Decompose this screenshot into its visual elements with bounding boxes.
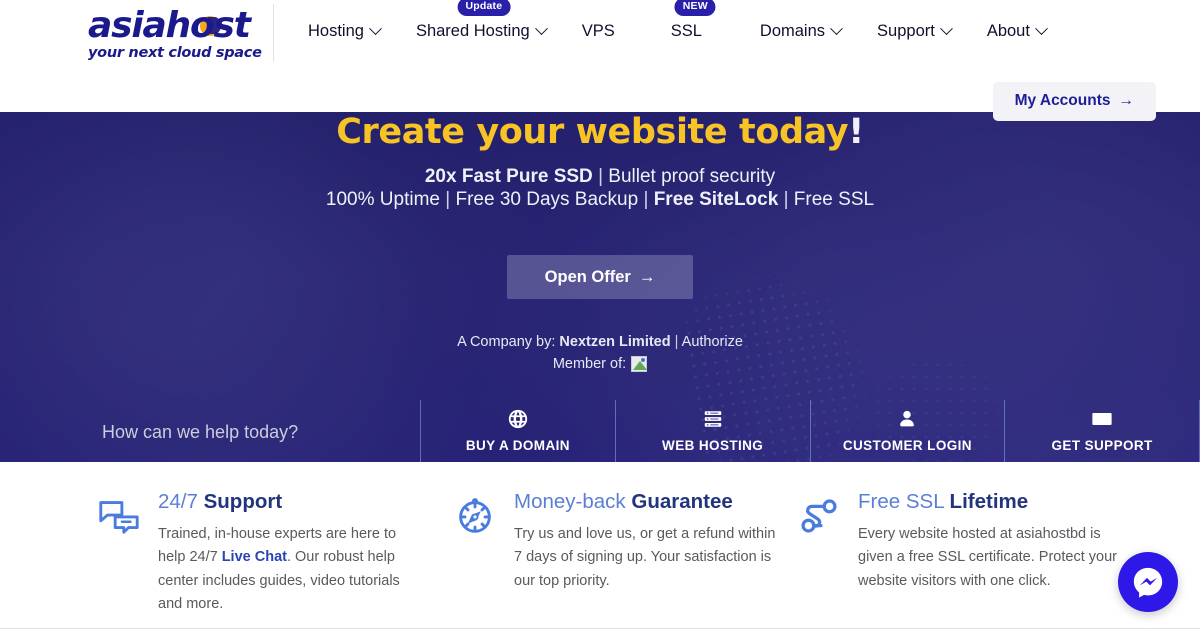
chat-bubbles-icon <box>96 493 142 539</box>
nav-label: Support <box>877 22 935 40</box>
hero-title-exclamation: ! <box>848 112 864 152</box>
my-accounts-button[interactable]: My Accounts → <box>992 82 1156 121</box>
feature-text: Trained, in-house experts are here to he… <box>158 523 426 617</box>
logo-wordmark: asiahost <box>88 4 273 46</box>
feature-title: 24/7 Support <box>158 490 426 515</box>
quick-link-label: WEB HOSTING <box>662 438 764 453</box>
feature-title-light: 24/7 <box>158 490 198 513</box>
nav-item-support[interactable]: Support <box>877 20 969 43</box>
feature-text: Every website hosted at asiahostbd is gi… <box>858 525 1117 589</box>
feature-body: Money-back Guarantee Try us and love us,… <box>514 490 782 593</box>
feature-card-money-back: Money-back Guarantee Try us and love us,… <box>452 490 782 593</box>
section-divider <box>0 628 1200 629</box>
nav-badge-update: Update <box>457 0 511 16</box>
main-navigation: Hosting Update Shared Hosting VPS NEW SS… <box>308 0 1064 43</box>
quick-link-label: BUY A DOMAIN <box>465 438 570 453</box>
site-header: asiahost your next cloud space Hosting U… <box>0 0 1200 121</box>
nav-badge-new: NEW <box>674 0 716 16</box>
chevron-down-icon <box>939 22 953 36</box>
feature-card-free-ssl: Free SSL Lifetime Every website hosted a… <box>796 490 1136 593</box>
member-label: Member of: <box>552 356 627 372</box>
compass-icon <box>452 493 498 539</box>
user-icon <box>900 410 915 427</box>
site-logo[interactable]: asiahost your next cloud space <box>88 6 273 62</box>
nav-item-ssl[interactable]: NEW SSL <box>670 0 720 43</box>
nav-label: VPS <box>581 22 615 40</box>
separator: | <box>445 189 451 210</box>
feature-title-light: Free SSL <box>858 490 944 513</box>
page-root: asiahost your next cloud space Hosting U… <box>0 0 1200 634</box>
broken-image-icon <box>631 356 648 372</box>
arrow-right-icon: → <box>1118 92 1135 109</box>
feature-title-bold: Lifetime <box>949 490 1029 513</box>
quick-link-customer-login[interactable]: CUSTOMER LOGIN <box>809 400 1005 462</box>
nav-label: Domains <box>759 22 826 40</box>
feature-body: 24/7 Support Trained, in-house experts a… <box>158 490 426 617</box>
quick-link-label: GET SUPPORT <box>1051 438 1153 453</box>
messenger-icon <box>1133 567 1163 598</box>
live-chat-link[interactable]: Live Chat <box>222 549 287 565</box>
feature-title: Free SSL Lifetime <box>858 490 1136 515</box>
hero-sub1-bold: 20x Fast Pure SSD <box>424 166 593 187</box>
chevron-down-icon <box>830 22 843 36</box>
messenger-chat-button[interactable] <box>1118 552 1178 612</box>
server-icon <box>704 411 721 427</box>
chevron-down-icon <box>369 22 382 36</box>
header-divider <box>273 4 274 62</box>
nav-item-shared-hosting[interactable]: Update Shared Hosting <box>415 0 564 43</box>
nav-item-domains[interactable]: Domains <box>760 20 859 43</box>
quick-link-label: CUSTOMER LOGIN <box>842 438 972 453</box>
hero-subtitle-line-1: 20x Fast Pure SSD | Bullet proof securit… <box>0 166 1200 188</box>
quick-link-buy-a-domain[interactable]: BUY A DOMAIN <box>420 400 615 462</box>
hero-sub2-c: Free SiteLock <box>653 189 779 210</box>
separator: | <box>783 189 789 210</box>
open-offer-label: Open Offer <box>544 267 631 286</box>
hero-sub1-rest: Bullet proof security <box>608 166 776 187</box>
envelope-icon <box>1092 413 1112 425</box>
logo-wordmark-text: asiahost <box>88 4 251 46</box>
feature-card-support: 24/7 Support Trained, in-house experts a… <box>96 490 426 617</box>
ssl-network-icon <box>796 493 842 539</box>
nav-item-about[interactable]: About <box>987 20 1064 43</box>
arrow-right-icon: → <box>638 267 656 286</box>
hero-subtitle-line-2: 100% Uptime | Free 30 Days Backup | Free… <box>0 189 1200 211</box>
nav-item-hosting[interactable]: Hosting <box>308 20 398 43</box>
feature-title-bold: Support <box>203 490 283 513</box>
feature-title: Money-back Guarantee <box>514 490 782 515</box>
company-name: Nextzen Limited <box>559 334 671 350</box>
nav-label: About <box>986 22 1030 40</box>
hero-sub2-d: Free SSL <box>793 189 875 210</box>
nav-label: Hosting <box>308 22 364 40</box>
separator: | <box>643 189 649 210</box>
feature-body: Free SSL Lifetime Every website hosted a… <box>858 490 1136 593</box>
open-offer-button[interactable]: Open Offer → <box>507 255 693 299</box>
quick-link-web-hosting[interactable]: WEB HOSTING <box>614 400 810 462</box>
quick-links-bar: How can we help today? BUY A DOMAIN WEB … <box>0 400 1200 462</box>
nav-label: Shared Hosting <box>415 22 530 40</box>
features-section: 24/7 Support Trained, in-house experts a… <box>0 462 1200 628</box>
quick-links-help-text: How can we help today? <box>102 422 299 442</box>
hero-sub2-b: Free 30 Days Backup <box>455 189 639 210</box>
hero-member-line: Member of: <box>0 356 1200 372</box>
chevron-down-icon <box>534 22 548 36</box>
feature-title-light: Money-back <box>514 490 626 513</box>
feature-title-bold: Guarantee <box>631 490 733 513</box>
feature-text: Try us and love us, or get a refund with… <box>514 525 776 589</box>
quick-links-list: BUY A DOMAIN WEB HOSTING CUSTOMER LOGIN … <box>420 400 1200 462</box>
logo-tagline: your next cloud space <box>88 44 262 61</box>
hero-sub2-a: 100% Uptime <box>325 189 440 210</box>
company-prefix: A Company by: <box>457 334 556 350</box>
hero-company-line: A Company by: Nextzen Limited | Authoriz… <box>0 334 1200 350</box>
separator: | <box>674 334 679 350</box>
company-suffix: Authorize <box>681 334 743 350</box>
chevron-down-icon <box>1035 22 1048 36</box>
nav-item-vps[interactable]: VPS <box>582 20 633 43</box>
quick-link-get-support[interactable]: GET SUPPORT <box>1004 400 1200 462</box>
hero-title-text: Create your website today <box>336 112 849 152</box>
nav-label: SSL <box>670 22 702 40</box>
my-accounts-label: My Accounts <box>1014 92 1111 109</box>
separator: | <box>598 166 603 187</box>
globe-icon <box>508 409 528 429</box>
